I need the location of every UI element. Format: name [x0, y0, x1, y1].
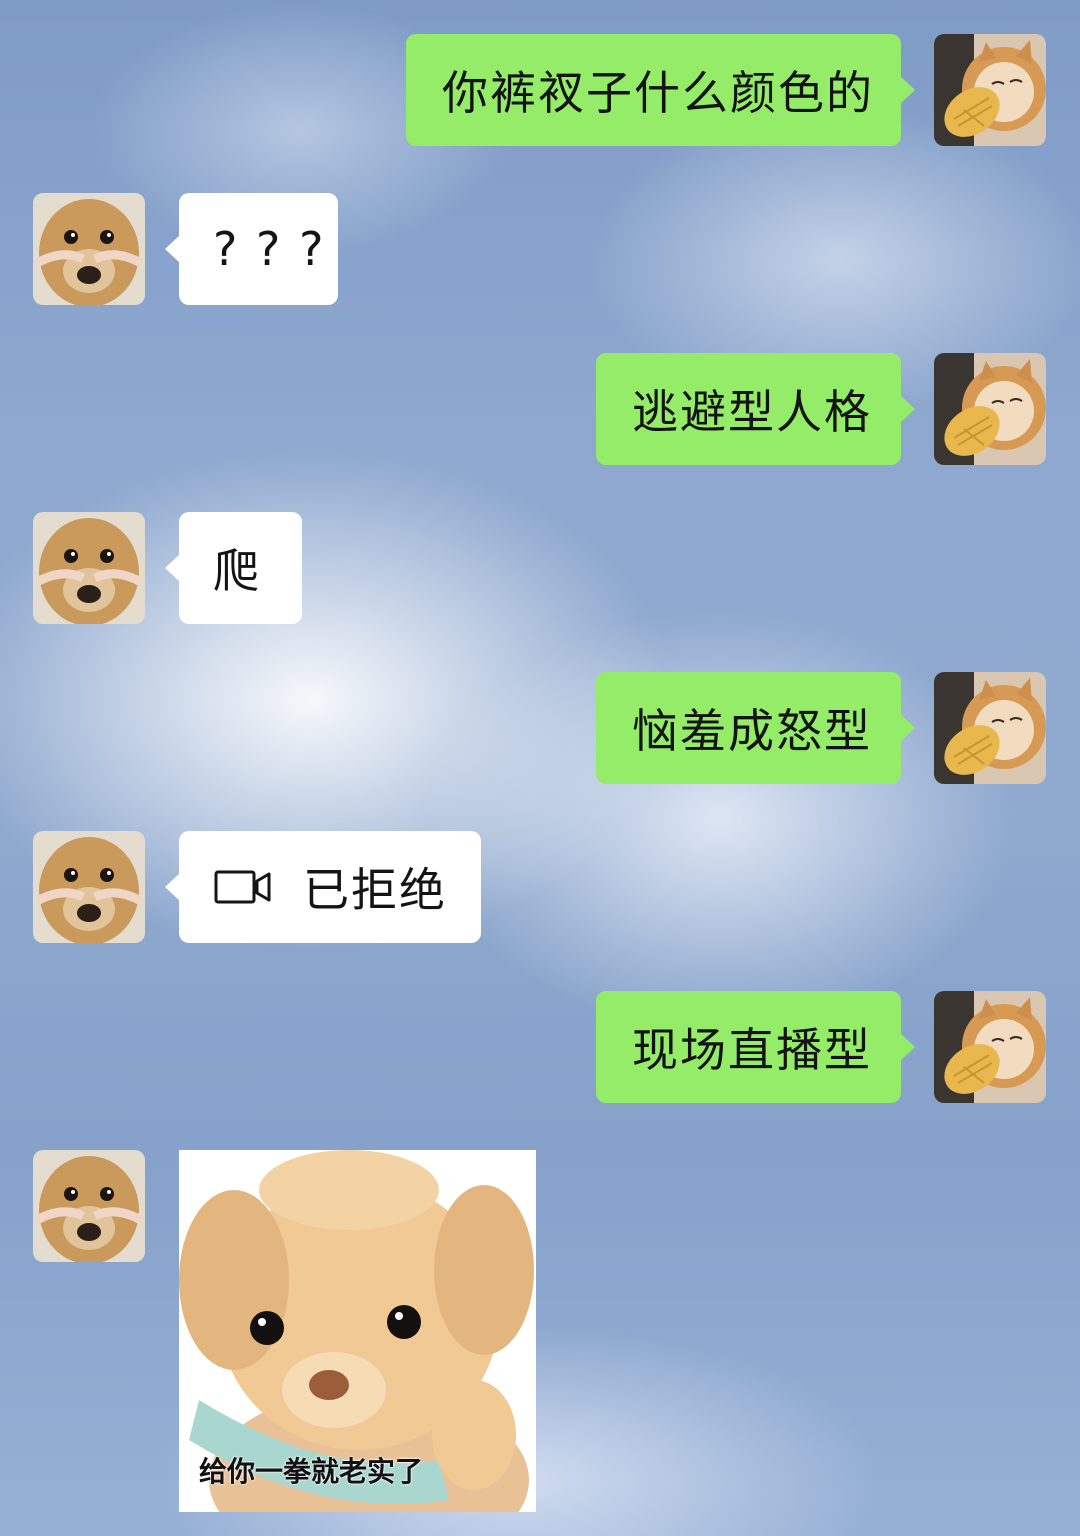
message-row: 已拒绝 [0, 831, 1080, 943]
message-text: 你裤衩子什么颜色的 [442, 66, 874, 120]
video-call-declined-bubble[interactable]: 已拒绝 [165, 831, 481, 943]
sticker-caption: 给你一拳就老实了 [199, 1455, 424, 1488]
message-text: 现场直播型 [632, 1023, 872, 1077]
message-row: 逃避型人格 [0, 353, 1080, 465]
sent-message-bubble[interactable]: 你裤衩子什么颜色的 [406, 34, 915, 146]
message-text: 爬 [213, 544, 261, 598]
message-row: ? ? ? [0, 193, 1080, 305]
dog-avatar[interactable] [33, 193, 145, 305]
message-text: ? ? ? [213, 222, 326, 276]
message-text: 已拒绝 [303, 863, 447, 917]
cat-avatar[interactable] [934, 991, 1046, 1103]
chat-view: 你裤衩子什么颜色的 ? ? ? 逃避型人格 爬 恼羞成怒型 已拒绝 现场直播型 … [0, 0, 1080, 1536]
cat-avatar[interactable] [934, 34, 1046, 146]
dog-avatar[interactable] [33, 831, 145, 943]
received-message-bubble[interactable]: ? ? ? [165, 193, 338, 305]
message-row: 你裤衩子什么颜色的 [0, 34, 1080, 146]
cat-avatar[interactable] [934, 672, 1046, 784]
dog-avatar[interactable] [33, 512, 145, 624]
dog-avatar[interactable] [33, 1150, 145, 1262]
sent-message-bubble[interactable]: 现场直播型 [596, 991, 915, 1103]
sent-message-bubble[interactable]: 恼羞成怒型 [596, 672, 915, 784]
message-text: 恼羞成怒型 [632, 704, 872, 758]
message-row: 恼羞成怒型 [0, 672, 1080, 784]
teddy-bear-sticker[interactable]: 给你一拳就老实了 [179, 1150, 536, 1512]
message-row [0, 1150, 1080, 1512]
message-text: 逃避型人格 [632, 385, 872, 439]
cat-avatar[interactable] [934, 353, 1046, 465]
sent-message-bubble[interactable]: 逃避型人格 [596, 353, 915, 465]
received-message-bubble[interactable]: 爬 [165, 512, 302, 624]
message-row: 现场直播型 [0, 991, 1080, 1103]
message-row: 爬 [0, 512, 1080, 624]
video-call-icon [214, 870, 271, 904]
